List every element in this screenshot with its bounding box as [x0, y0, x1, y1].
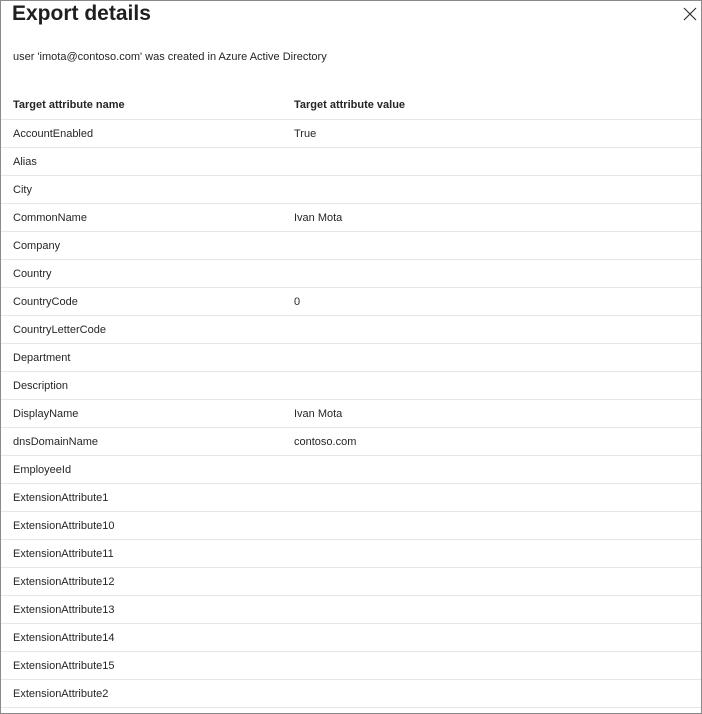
attribute-value-cell: True [282, 119, 701, 148]
attribute-value-cell [282, 623, 701, 652]
attribute-value-cell [282, 595, 701, 624]
attribute-value-cell [282, 567, 701, 596]
attribute-value-cell [282, 455, 701, 484]
attribute-value-cell [282, 483, 701, 512]
attribute-value-cell: Ivan Mota [282, 399, 701, 428]
attribute-name-cell: ExtensionAttribute1 [1, 483, 282, 512]
table-row: CountryLetterCode [1, 315, 701, 344]
table-body: AccountEnabled True Alias City CommonName Iva… [1, 119, 701, 708]
attribute-name-cell: CountryCode [1, 287, 282, 316]
table-row: City [1, 175, 701, 204]
attribute-value-cell [282, 315, 701, 344]
table-row: ExtensionAttribute2 [1, 679, 701, 708]
close-icon [683, 7, 697, 21]
attribute-name-cell: Alias [1, 147, 282, 176]
table-row: ExtensionAttribute1 [1, 483, 701, 512]
attribute-name-cell: ExtensionAttribute14 [1, 623, 282, 652]
table-row: ExtensionAttribute11 [1, 539, 701, 568]
table-row: Alias [1, 147, 701, 176]
attribute-name-cell: ExtensionAttribute11 [1, 539, 282, 568]
table-row: CountryCode 0 [1, 287, 701, 316]
attribute-name-cell: ExtensionAttribute10 [1, 511, 282, 540]
attributes-table: Target attribute name Target attribute v… [1, 90, 701, 708]
attribute-value-cell [282, 371, 701, 400]
export-details-panel: Export details user 'imota@contoso.com' … [0, 0, 702, 714]
table-row: AccountEnabled True [1, 119, 701, 148]
table-row: Country [1, 259, 701, 288]
table-row: ExtensionAttribute14 [1, 623, 701, 652]
table-row: CommonName Ivan Mota [1, 203, 701, 232]
attribute-value-cell [282, 259, 701, 288]
table-row: EmployeeId [1, 455, 701, 484]
attribute-name-cell: DisplayName [1, 399, 282, 428]
table-row: ExtensionAttribute15 [1, 651, 701, 680]
table-row: ExtensionAttribute13 [1, 595, 701, 624]
attribute-value-cell: contoso.com [282, 427, 701, 456]
table-row: Department [1, 343, 701, 372]
attribute-name-cell: CommonName [1, 203, 282, 232]
status-message: user 'imota@contoso.com' was created in … [13, 51, 327, 63]
table-header-row: Target attribute name Target attribute v… [1, 90, 701, 120]
close-button[interactable] [681, 5, 699, 23]
column-header-name: Target attribute name [1, 90, 282, 120]
attribute-value-cell: 0 [282, 287, 701, 316]
attribute-value-cell: Ivan Mota [282, 203, 701, 232]
attribute-value-cell [282, 539, 701, 568]
attribute-name-cell: Description [1, 371, 282, 400]
attribute-name-cell: ExtensionAttribute15 [1, 651, 282, 680]
attribute-value-cell [282, 231, 701, 260]
attribute-name-cell: AccountEnabled [1, 119, 282, 148]
attribute-name-cell: Company [1, 231, 282, 260]
attribute-name-cell: CountryLetterCode [1, 315, 282, 344]
attribute-value-cell [282, 175, 701, 204]
attribute-name-cell: ExtensionAttribute13 [1, 595, 282, 624]
table-row: dnsDomainName contoso.com [1, 427, 701, 456]
attribute-name-cell: ExtensionAttribute12 [1, 567, 282, 596]
attribute-name-cell: Department [1, 343, 282, 372]
column-header-value: Target attribute value [282, 90, 701, 120]
attribute-value-cell [282, 679, 701, 708]
attribute-name-cell: dnsDomainName [1, 427, 282, 456]
attribute-value-cell [282, 651, 701, 680]
table-row: DisplayName Ivan Mota [1, 399, 701, 428]
attribute-name-cell: EmployeeId [1, 455, 282, 484]
attribute-value-cell [282, 343, 701, 372]
attribute-name-cell: ExtensionAttribute2 [1, 679, 282, 708]
attribute-value-cell [282, 147, 701, 176]
table-row: ExtensionAttribute12 [1, 567, 701, 596]
panel-title: Export details [12, 2, 151, 25]
table-row: ExtensionAttribute10 [1, 511, 701, 540]
attribute-name-cell: City [1, 175, 282, 204]
attribute-value-cell [282, 511, 701, 540]
table-row: Description [1, 371, 701, 400]
attribute-name-cell: Country [1, 259, 282, 288]
table-row: Company [1, 231, 701, 260]
